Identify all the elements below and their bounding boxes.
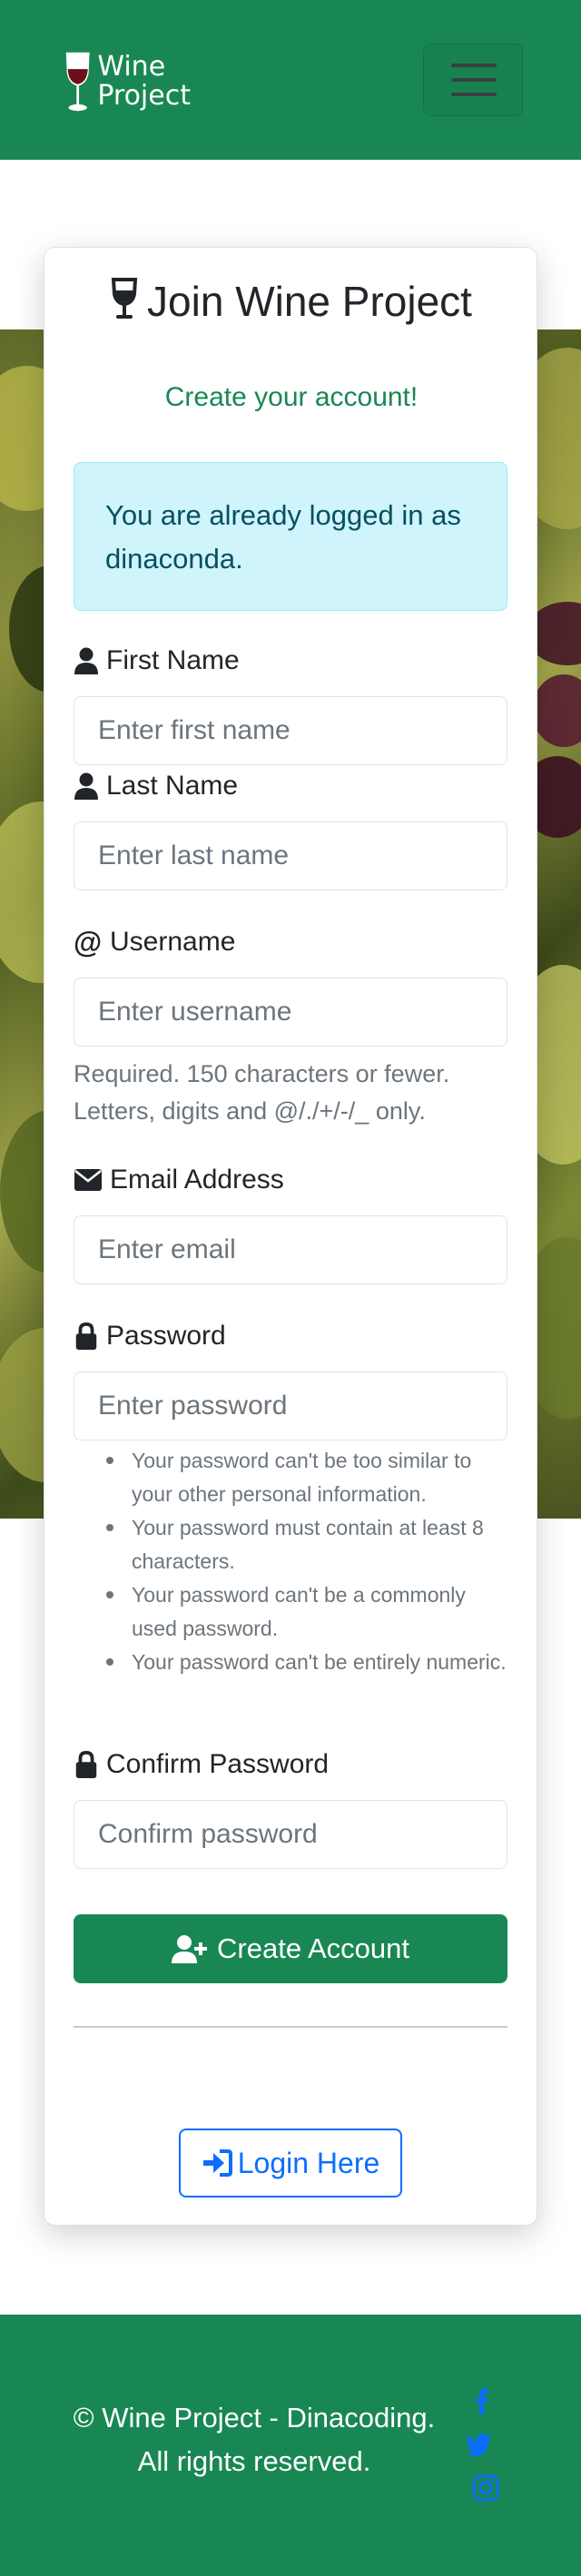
page-title: Join Wine Project (44, 277, 538, 326)
hamburger-icon-bar-3 (451, 93, 497, 96)
brand-line-1: Wine (97, 51, 166, 83)
login-link-label: Login Here (237, 2146, 380, 2179)
wine-glass-icon (65, 52, 90, 112)
password-rule: Your password can't be entirely numeric. (74, 1646, 507, 1679)
email-input[interactable] (74, 1215, 507, 1284)
lock-icon (75, 1322, 97, 1350)
password-label-text: Password (106, 1321, 226, 1351)
instagram-icon[interactable] (472, 2474, 499, 2502)
hamburger-icon-bar-1 (451, 64, 497, 67)
brand-logo[interactable]: Wine Project (64, 45, 191, 118)
password-rule: Your password must contain at least 8 ch… (74, 1511, 507, 1578)
password-rule: Your password can't be a commonly used p… (74, 1578, 507, 1646)
password-input[interactable] (74, 1372, 507, 1440)
user-icon (74, 772, 98, 800)
page-subtitle: Create your account! (164, 382, 419, 412)
user-plus-icon (172, 1935, 208, 1963)
lock-icon (75, 1751, 97, 1778)
password-rule: Your password can't be too similar to yo… (74, 1444, 507, 1511)
footer-copyright: © Wine Project - Dinacoding. All rights … (45, 2396, 463, 2483)
facebook-icon[interactable] (468, 2387, 496, 2414)
navbar-toggler-button[interactable] (423, 44, 523, 116)
sign-in-icon (202, 2149, 232, 2177)
last-name-label-text: Last Name (106, 771, 239, 801)
divider (74, 2026, 507, 2028)
last-name-input[interactable] (74, 821, 507, 890)
username-label-text: Username (110, 927, 236, 957)
confirm-password-label: Confirm Password (74, 1749, 329, 1780)
email-label: Email Address (74, 1165, 284, 1195)
login-link-button[interactable]: Login Here (179, 2129, 402, 2197)
first-name-input[interactable] (74, 696, 507, 765)
create-account-button-label: Create Account (217, 1932, 409, 1964)
wine-glass-icon (111, 278, 138, 319)
first-name-label: First Name (74, 645, 240, 676)
username-label: @ Username (74, 927, 235, 958)
password-rules-list: Your password can't be too similar to yo… (74, 1444, 507, 1679)
confirm-password-input[interactable] (74, 1800, 507, 1869)
confirm-password-label-text: Confirm Password (106, 1749, 330, 1779)
create-account-button[interactable]: Create Account (74, 1914, 507, 1983)
footer: © Wine Project - Dinacoding. All rights … (0, 2315, 581, 2576)
envelope-icon (74, 1169, 102, 1191)
username-input[interactable] (74, 978, 507, 1047)
hamburger-icon-bar-2 (451, 78, 497, 82)
logged-in-alert: You are already logged in as dinaconda. (74, 462, 507, 611)
password-label: Password (74, 1321, 226, 1352)
email-label-text: Email Address (110, 1165, 284, 1195)
register-card: Join Wine Project Create your account! Y… (44, 247, 537, 2226)
username-help-text: Required. 150 characters or fewer. Lette… (74, 1060, 450, 1125)
brand-line-2: Project (97, 80, 191, 112)
at-sign-icon: @ (74, 926, 103, 959)
navbar: Wine Project (0, 0, 581, 160)
footer-line-2: All rights reserved. (137, 2445, 371, 2477)
twitter-icon[interactable] (465, 2431, 492, 2458)
last-name-label: Last Name (74, 771, 238, 801)
user-icon (74, 647, 98, 674)
footer-line-1: © Wine Project - Dinacoding. (73, 2402, 436, 2433)
page-title-text: Join Wine Project (147, 278, 472, 325)
first-name-label-text: First Name (106, 645, 240, 675)
brand-name: Wine Project (97, 53, 191, 111)
